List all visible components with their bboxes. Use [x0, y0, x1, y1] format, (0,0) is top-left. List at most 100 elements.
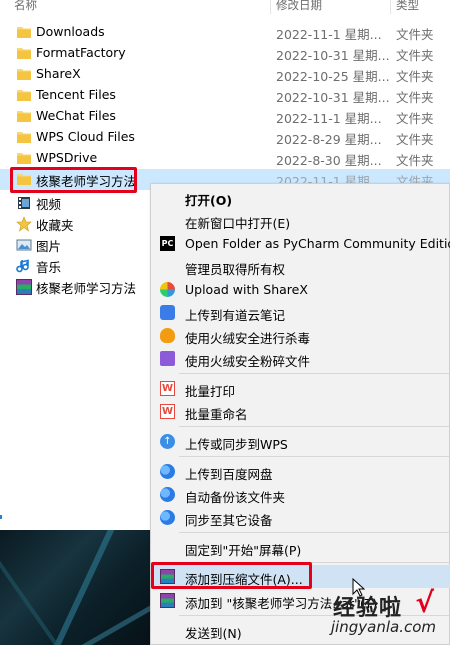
menu-item-baidu-sync[interactable]: 同步至其它设备: [151, 506, 450, 529]
file-date: 2022-11-1 星期...: [276, 27, 382, 42]
archive-highlight-frame: [151, 562, 312, 589]
file-row[interactable]: WPSDrive 2022-8-30 星期... 文件夹: [0, 148, 450, 169]
column-modified-header[interactable]: 修改日期: [276, 0, 322, 13]
menu-label: 使用火绒安全进行杀毒: [185, 331, 311, 346]
menu-label: 管理员取得所有权: [185, 262, 286, 277]
file-type: 文件夹: [396, 153, 434, 168]
folder-icon: [17, 69, 31, 80]
menu-item-youdao[interactable]: 上传到有道云笔记: [151, 301, 450, 324]
column-type-header[interactable]: 类型: [396, 0, 419, 13]
nav-label: 视频: [36, 197, 62, 212]
nav-item-music[interactable]: 音乐: [0, 255, 150, 276]
file-name: Downloads: [36, 24, 105, 39]
folder-icon: [17, 132, 31, 143]
scroll-marker: [0, 515, 2, 519]
file-name: WPSDrive: [36, 150, 98, 165]
nav-item-pictures[interactable]: 图片: [0, 234, 150, 255]
column-separator[interactable]: [390, 0, 391, 14]
star-icon: [16, 216, 32, 232]
nav-item-favorites[interactable]: 收藏夹: [0, 213, 150, 234]
nav-label: 图片: [36, 239, 62, 254]
file-type: 文件夹: [396, 48, 434, 63]
pycharm-icon: PC: [160, 236, 175, 251]
menu-item-wps-sync[interactable]: ↑ 上传或同步到WPS: [151, 430, 450, 453]
menu-label: 上传或同步到WPS: [185, 437, 288, 452]
menu-label: 上传到有道云笔记: [185, 308, 286, 323]
file-row[interactable]: Tencent Files 2022-10-31 星期... 文件夹: [0, 85, 450, 106]
selection-highlight-frame: [10, 167, 137, 193]
menu-item-baidu-backup[interactable]: 自动备份该文件夹: [151, 483, 450, 506]
watermark: 经验啦 √ jingyanla.com: [302, 586, 442, 640]
wallpaper-beam: [46, 530, 120, 645]
menu-item-take-ownership[interactable]: 管理员取得所有权: [151, 255, 450, 278]
menu-separator: [179, 426, 450, 427]
wps-icon: W: [160, 404, 175, 419]
folder-icon: [17, 111, 31, 122]
menu-separator: [179, 373, 450, 374]
menu-item-baidu-upload[interactable]: 上传到百度网盘: [151, 460, 450, 483]
nav-label: 音乐: [36, 260, 62, 275]
menu-item-huorong-scan[interactable]: 使用火绒安全进行杀毒: [151, 324, 450, 347]
huorong-icon: [160, 328, 175, 343]
file-date: 2022-11-1 星期...: [276, 111, 382, 126]
folder-icon: [17, 153, 31, 164]
file-date: 2022-10-31 星期...: [276, 90, 390, 105]
file-name: FormatFactory: [36, 45, 126, 60]
rar-archive-icon: [16, 279, 32, 295]
menu-label: 固定到"开始"屏幕(P): [185, 543, 302, 558]
folder-icon: [17, 48, 31, 59]
menu-item-batch-print[interactable]: W 批量打印: [151, 377, 450, 400]
column-header: 名称 修改日期 类型: [0, 0, 450, 14]
column-name-header[interactable]: 名称: [14, 0, 37, 13]
menu-item-huorong-shred[interactable]: 使用火绒安全粉碎文件: [151, 347, 450, 370]
file-row[interactable]: WPS Cloud Files 2022-8-29 星期... 文件夹: [0, 127, 450, 148]
file-type: 文件夹: [396, 27, 434, 42]
menu-label: Open Folder as PyCharm Community Edition…: [185, 236, 450, 251]
menu-item-pin-start[interactable]: 固定到"开始"屏幕(P): [151, 536, 450, 559]
file-row[interactable]: Downloads 2022-11-1 星期... 文件夹: [0, 22, 450, 43]
cloud-upload-icon: ↑: [160, 434, 175, 449]
file-name: WPS Cloud Files: [36, 129, 135, 144]
file-name: Tencent Files: [36, 87, 116, 102]
menu-label: 同步至其它设备: [185, 513, 273, 528]
file-type: 文件夹: [396, 69, 434, 84]
menu-item-sharex[interactable]: Upload with ShareX: [151, 278, 450, 301]
folder-icon: [17, 90, 31, 101]
sharex-icon: [160, 282, 175, 297]
menu-item-pycharm[interactable]: PC Open Folder as PyCharm Community Edit…: [151, 232, 450, 255]
file-type: 文件夹: [396, 111, 434, 126]
file-row[interactable]: WeChat Files 2022-11-1 星期... 文件夹: [0, 106, 450, 127]
video-icon: [18, 197, 30, 209]
check-mark-icon: √: [415, 586, 434, 619]
baidu-netdisk-icon: [160, 510, 175, 525]
nav-item-archive[interactable]: 核聚老师学习方法: [0, 276, 150, 297]
menu-label: 批量打印: [185, 384, 236, 399]
menu-label: 自动备份该文件夹: [185, 490, 286, 505]
column-separator[interactable]: [270, 0, 271, 14]
menu-label: 使用火绒安全粉碎文件: [185, 354, 311, 369]
wps-icon: W: [160, 381, 175, 396]
folder-icon: [17, 27, 31, 38]
menu-separator: [179, 456, 450, 457]
menu-item-open-new-window[interactable]: 在新窗口中打开(E): [151, 209, 450, 232]
file-type: 文件夹: [396, 132, 434, 147]
menu-label: 打开(O): [185, 193, 233, 208]
file-row[interactable]: FormatFactory 2022-10-31 星期... 文件夹: [0, 43, 450, 64]
shredder-icon: [160, 351, 175, 366]
winrar-icon: [160, 593, 175, 608]
file-name: ShareX: [36, 66, 81, 81]
menu-item-batch-rename[interactable]: W 批量重命名: [151, 400, 450, 423]
picture-icon: [16, 239, 32, 251]
file-date: 2022-8-30 星期...: [276, 153, 382, 168]
file-row[interactable]: ShareX 2022-10-25 星期... 文件夹: [0, 64, 450, 85]
file-date: 2022-10-25 星期...: [276, 69, 390, 84]
file-date: 2022-8-29 星期...: [276, 132, 382, 147]
nav-item-video[interactable]: 视频: [0, 192, 150, 213]
menu-item-open[interactable]: 打开(O): [151, 186, 450, 209]
menu-label: 批量重命名: [185, 407, 248, 422]
file-type: 文件夹: [396, 90, 434, 105]
menu-label: 在新窗口中打开(E): [185, 216, 291, 231]
music-icon: [16, 259, 29, 273]
menu-separator: [179, 532, 450, 533]
nav-label: 收藏夹: [36, 218, 74, 233]
